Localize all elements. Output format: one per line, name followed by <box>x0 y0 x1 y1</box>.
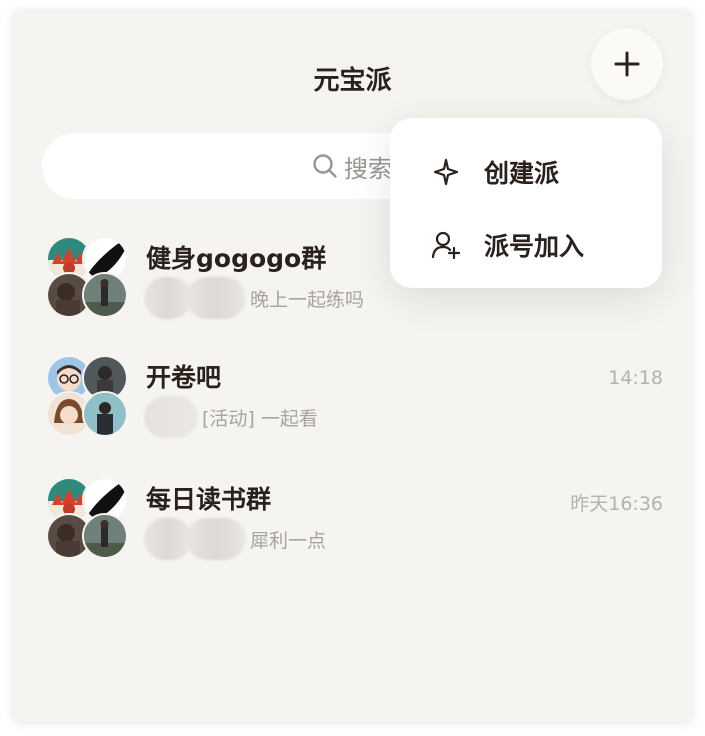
chat-preview-text: [活动] 一起看 <box>202 407 318 430</box>
user-add-icon <box>431 231 461 260</box>
chat-preview-text: 犀利一点 <box>250 529 327 552</box>
member-avatar <box>82 513 128 559</box>
group-avatar <box>46 477 128 559</box>
blurred-sender <box>144 518 246 560</box>
page-title: 元宝派 <box>313 66 392 96</box>
chat-preview-text: 晚上一起练吗 <box>250 288 365 311</box>
chat-item-reading[interactable]: 开卷吧 14:18 [活动] 一起看 <box>14 355 691 455</box>
search-placeholder: 搜索 <box>344 154 392 183</box>
sparkle-icon <box>433 158 459 186</box>
chat-name: 每日读书群 <box>146 485 272 514</box>
chat-name: 开卷吧 <box>146 363 222 392</box>
menu-item-join[interactable]: 派号加入 <box>430 225 584 265</box>
add-button[interactable] <box>591 28 663 100</box>
chat-time: 昨天16:36 <box>570 493 663 515</box>
add-menu-popup: 创建派 派号加入 <box>390 118 662 288</box>
chat-item-daily-reading[interactable]: 每日读书群 昨天16:36 犀利一点 <box>14 477 691 577</box>
menu-item-label: 创建派 <box>484 159 560 188</box>
menu-item-label: 派号加入 <box>484 232 585 261</box>
plus-icon <box>614 51 640 77</box>
group-avatar <box>46 236 128 318</box>
blurred-sender <box>144 277 246 319</box>
chat-time: 14:18 <box>608 367 663 389</box>
member-avatar <box>82 391 128 437</box>
chat-preview: 晚上一起练吗 <box>144 276 364 320</box>
group-avatar <box>46 355 128 437</box>
chat-name: 健身gogogo群 <box>146 244 327 273</box>
chat-preview: [活动] 一起看 <box>144 395 318 439</box>
member-avatar <box>82 272 128 318</box>
app-screen: 元宝派 搜索 健身gogogo群 晚上一起练吗 开卷吧 14:18 [活动] 一… <box>14 12 691 722</box>
chat-preview: 犀利一点 <box>144 517 326 561</box>
search-icon <box>312 153 338 179</box>
blurred-sender <box>144 396 198 438</box>
menu-item-create[interactable]: 创建派 <box>430 152 559 192</box>
